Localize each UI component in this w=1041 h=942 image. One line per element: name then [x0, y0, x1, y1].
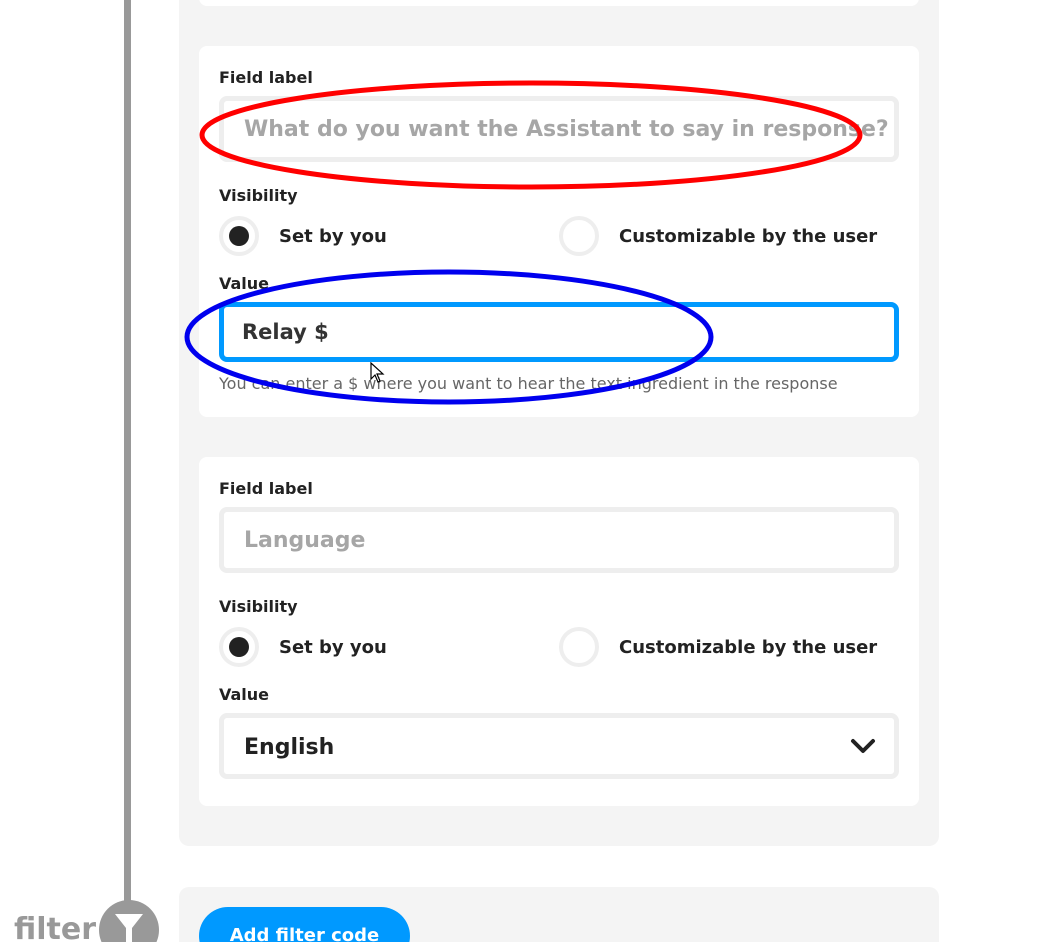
visibility-heading: Visibility	[219, 597, 298, 616]
field-label-heading: Field label	[219, 68, 313, 87]
radio-set-by-you-label[interactable]: Set by you	[279, 226, 387, 247]
filter-funnel-icon	[99, 900, 159, 942]
mouse-pointer-icon	[370, 361, 386, 388]
radio-customizable[interactable]	[559, 627, 599, 667]
filter-step-label: filter	[14, 912, 97, 942]
radio-customizable-label[interactable]: Customizable by the user	[619, 637, 877, 658]
radio-selected-dot	[229, 637, 249, 657]
language-select-value: English	[244, 735, 335, 760]
radio-customizable-label[interactable]: Customizable by the user	[619, 226, 877, 247]
field-card-response: Field label Visibility Set by you Custom…	[199, 46, 919, 417]
add-filter-code-button[interactable]: Add filter code	[199, 907, 410, 942]
previous-field-card	[199, 0, 919, 6]
value-helper-text: You can enter a $ where you want to hear…	[219, 374, 838, 393]
field-card-language: Field label Visibility Set by you Custom…	[199, 457, 919, 806]
applet-field-editor: filter Field label Visibility Set by you…	[0, 0, 1041, 942]
value-input[interactable]	[219, 302, 899, 362]
visibility-heading: Visibility	[219, 186, 298, 205]
field-label-input[interactable]	[219, 507, 899, 573]
field-label-heading: Field label	[219, 479, 313, 498]
chevron-down-icon	[850, 738, 876, 760]
timeline-line	[124, 0, 131, 905]
radio-customizable[interactable]	[559, 216, 599, 256]
radio-set-by-you[interactable]	[219, 216, 259, 256]
value-heading: Value	[219, 274, 270, 293]
field-label-input[interactable]	[219, 96, 899, 162]
language-select[interactable]: English	[219, 713, 899, 779]
radio-set-by-you[interactable]	[219, 627, 259, 667]
value-heading: Value	[219, 685, 270, 704]
radio-set-by-you-label[interactable]: Set by you	[279, 637, 387, 658]
radio-selected-dot	[229, 226, 249, 246]
